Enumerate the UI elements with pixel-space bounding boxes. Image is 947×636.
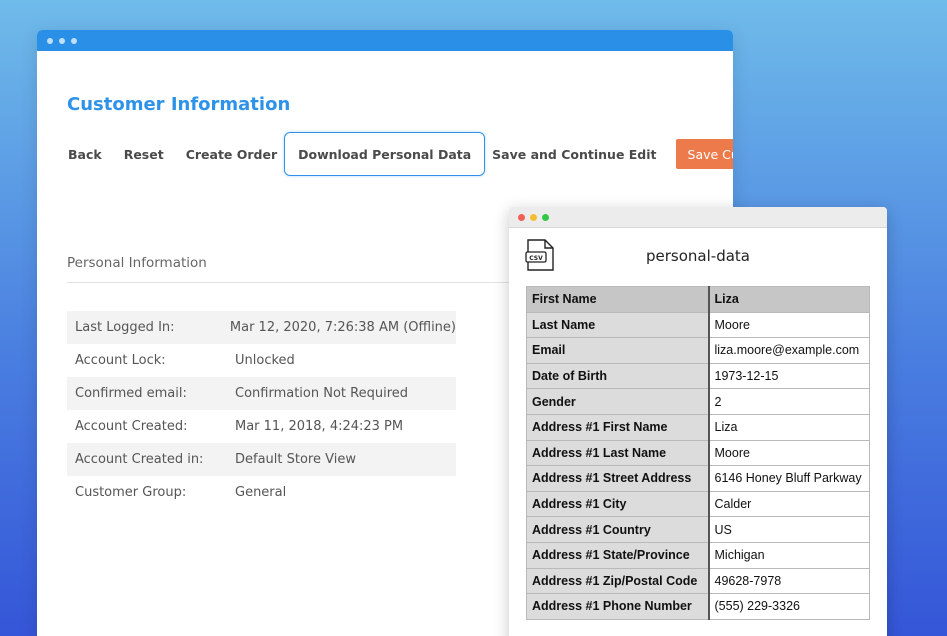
create-order-button[interactable]: Create Order (185, 132, 278, 176)
page-title: Customer Information (67, 94, 291, 115)
personal-info-table: Last Logged In: Mar 12, 2020, 7:26:38 AM… (67, 311, 456, 509)
csv-value: 49628-7978 (708, 567, 870, 595)
info-label: Last Logged In: (75, 320, 175, 335)
csv-key: Date of Birth (526, 362, 710, 390)
action-toolbar: Back Reset Create Order Download Persona… (67, 132, 733, 176)
reset-button[interactable]: Reset (123, 132, 165, 176)
csv-value: 1973-12-15 (708, 362, 870, 390)
info-label: Customer Group: (75, 485, 187, 500)
info-value: Confirmation Not Required (235, 386, 409, 401)
csv-key: First Name (526, 286, 710, 313)
table-row: Address #1 City Calder (526, 490, 870, 518)
csv-key: Address #1 Country (526, 516, 710, 543)
info-value: Default Store View (235, 452, 356, 467)
csv-key: Address #1 First Name (526, 413, 710, 441)
csv-key: Last Name (526, 311, 710, 339)
maximize-window-icon[interactable] (542, 213, 549, 221)
csv-value: Michigan (708, 541, 870, 569)
csv-value: 2 (708, 388, 870, 415)
csv-key: Address #1 Phone Number (526, 593, 710, 620)
table-row: Address #1 Last Name Moore (526, 439, 870, 467)
info-row: Last Logged In: Mar 12, 2020, 7:26:38 AM… (67, 311, 456, 344)
table-row: Address #1 Street Address 6146 Honey Blu… (526, 465, 870, 492)
back-button[interactable]: Back (67, 132, 103, 176)
csv-value: 6146 Honey Bluff Parkway (708, 465, 870, 492)
table-row: Date of Birth 1973-12-15 (526, 362, 870, 390)
minimize-window-icon[interactable] (530, 213, 537, 221)
info-row: Customer Group: General (67, 476, 456, 509)
info-value: Mar 11, 2018, 4:24:23 PM (235, 419, 404, 434)
info-value: Unlocked (235, 353, 295, 368)
csv-value: Liza (708, 286, 870, 313)
info-row: Confirmed email: Confirmation Not Requir… (67, 377, 456, 410)
csv-title-wrap: personal-data (509, 247, 887, 265)
csv-key: Address #1 City (526, 490, 710, 518)
csv-key: Gender (526, 388, 710, 415)
table-row: First Name Liza (526, 286, 870, 313)
table-row: Address #1 Country US (526, 516, 870, 543)
window-dot-icon (71, 37, 77, 44)
csv-window-titlebar (509, 207, 887, 228)
info-label: Account Created: (75, 419, 188, 434)
table-row: Address #1 First Name Liza (526, 413, 870, 441)
window-titlebar (37, 30, 733, 51)
info-label: Confirmed email: (75, 386, 187, 401)
close-window-icon[interactable] (518, 213, 525, 221)
csv-value: liza.moore@example.com (708, 337, 870, 364)
csv-preview-window: CSV personal-data First Name Liza Last N… (509, 207, 887, 636)
table-row: Last Name Moore (526, 311, 870, 339)
table-row: Address #1 Phone Number (555) 229-3326 (526, 593, 870, 620)
info-row: Account Created in: Default Store View (67, 443, 456, 476)
csv-file-name: personal-data (646, 247, 750, 265)
window-dot-icon (47, 37, 53, 44)
csv-value: Calder (708, 490, 870, 518)
csv-data-table: First Name Liza Last Name Moore Email li… (526, 286, 870, 620)
csv-value: Liza (708, 413, 870, 441)
table-row: Address #1 State/Province Michigan (526, 541, 870, 569)
info-row: Account Lock: Unlocked (67, 344, 456, 377)
info-value: Mar 12, 2020, 7:26:38 AM (Offline) (229, 320, 456, 335)
csv-key: Address #1 State/Province (526, 541, 710, 569)
csv-key: Address #1 Last Name (526, 439, 710, 467)
csv-key: Address #1 Street Address (526, 465, 710, 492)
csv-value: Moore (708, 439, 870, 467)
save-customer-button[interactable]: Save Customer (675, 139, 733, 169)
save-and-continue-button[interactable]: Save and Continue Edit (491, 132, 657, 176)
window-dot-icon (59, 37, 65, 44)
csv-value: US (708, 516, 870, 543)
csv-value: Moore (708, 311, 870, 339)
info-label: Account Lock: (75, 353, 166, 368)
csv-key: Address #1 Zip/Postal Code (526, 567, 710, 595)
csv-key: Email (526, 337, 710, 364)
download-personal-data-button[interactable]: Download Personal Data (284, 132, 486, 176)
table-row: Address #1 Zip/Postal Code 49628-7978 (526, 567, 870, 595)
table-row: Email liza.moore@example.com (526, 337, 870, 364)
info-value: General (235, 485, 287, 500)
info-row: Account Created: Mar 11, 2018, 4:24:23 P… (67, 410, 456, 443)
table-row: Gender 2 (526, 388, 870, 415)
section-title: Personal Information (67, 255, 207, 271)
section-divider (67, 282, 547, 283)
info-label: Account Created in: (75, 452, 204, 467)
csv-value: (555) 229-3326 (708, 593, 870, 620)
